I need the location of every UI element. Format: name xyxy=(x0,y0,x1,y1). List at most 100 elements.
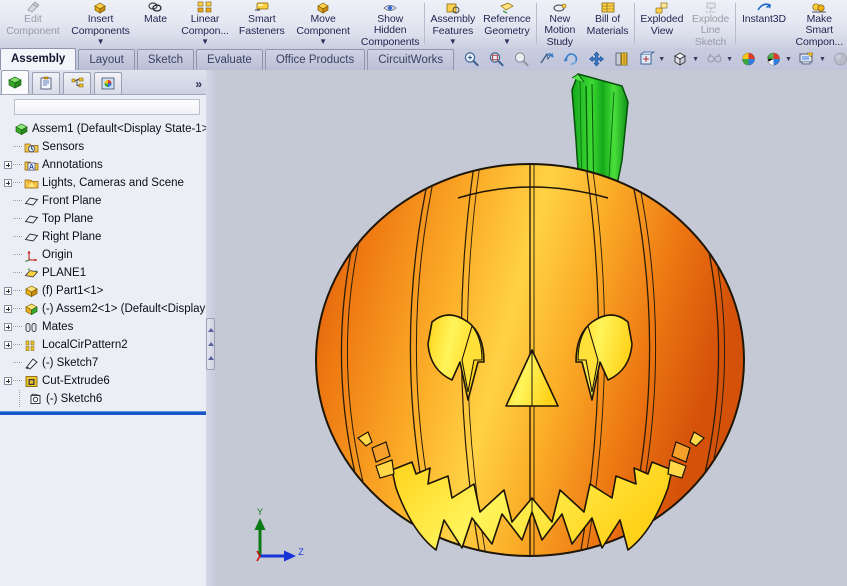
rotate-view-icon[interactable] xyxy=(560,49,582,69)
configuration-manager-tab[interactable] xyxy=(63,72,91,94)
tab-office-products[interactable]: Office Products xyxy=(264,49,366,70)
previous-view-icon[interactable] xyxy=(535,49,557,69)
rollback-bar[interactable] xyxy=(0,411,206,415)
section-view-icon[interactable] xyxy=(610,49,632,69)
chevron-down-icon[interactable]: ▼ xyxy=(785,56,792,63)
tree-item-front-plane[interactable]: Front Plane xyxy=(0,192,206,210)
tree-item-assem2[interactable]: (-) Assem2<1> (Default<Display Sta xyxy=(0,300,206,318)
chevron-down-icon[interactable]: ▼ xyxy=(319,38,327,46)
chevron-down-icon[interactable]: ▼ xyxy=(819,56,826,63)
tree-toggle[interactable] xyxy=(2,120,13,138)
tree-toggle[interactable] xyxy=(2,246,13,264)
tree-toggle[interactable] xyxy=(2,174,13,192)
ribbon-button-mate[interactable]: Mate xyxy=(135,0,176,48)
ribbon-button-assembly-features[interactable]: Assembly Features ▼ xyxy=(426,0,479,48)
expand-plus-icon[interactable] xyxy=(3,377,12,385)
ribbon-button-show-hidden-components[interactable]: Show Hidden Components xyxy=(357,0,424,48)
chevron-down-icon[interactable]: ▼ xyxy=(201,38,209,46)
chevron-down-icon[interactable]: ▼ xyxy=(692,56,699,63)
tree-toggle[interactable] xyxy=(2,300,13,318)
tree-toggle[interactable] xyxy=(2,210,13,228)
tree-toggle[interactable] xyxy=(2,264,13,282)
tree-toggle[interactable] xyxy=(2,318,13,336)
ribbon-button-insert-components[interactable]: Insert Components ▼ xyxy=(66,0,135,48)
ribbon-button-edit-component[interactable]: Edit Component xyxy=(0,0,66,48)
expand-plus-icon[interactable] xyxy=(3,305,12,313)
apply-scene-icon[interactable] xyxy=(762,49,784,69)
ribbon-button-reference-geometry[interactable]: Reference Geometry ▼ xyxy=(479,0,535,48)
ribbon-button-bill-of-materials[interactable]: Bill of Materials xyxy=(582,0,633,48)
tree-toggle[interactable] xyxy=(2,156,13,174)
view-orientation-icon[interactable] xyxy=(635,49,657,69)
tree-item-label: Cut-Extrude6 xyxy=(42,375,110,387)
photoview-render-icon[interactable] xyxy=(830,49,847,69)
pan-icon[interactable] xyxy=(585,49,607,69)
expand-plus-icon[interactable] xyxy=(3,341,12,349)
chevron-down-icon[interactable]: ▼ xyxy=(726,56,733,63)
manager-tabs-overflow-icon[interactable]: » xyxy=(195,77,202,91)
ribbon-button-make-smart-component[interactable]: Make Smart Compon... xyxy=(791,0,847,48)
ribbon-button-exploded-view[interactable]: Exploded View xyxy=(636,0,687,48)
tree-item-label: Annotations xyxy=(42,159,103,171)
chevron-down-icon[interactable]: ▼ xyxy=(97,38,105,46)
manager-tab-bar: » xyxy=(0,70,206,95)
panel-splitter-handle[interactable] xyxy=(206,318,215,370)
tree-toggle[interactable] xyxy=(2,354,13,372)
tree-item-assem1[interactable]: Assem1 (Default<Display State-1>) xyxy=(0,120,206,138)
zoom-to-area-icon[interactable] xyxy=(485,49,507,69)
tree-item-cut-extrude6[interactable]: Cut-Extrude6 xyxy=(0,372,206,390)
tree-item-sketch6[interactable]: (-) Sketch6 xyxy=(0,390,206,408)
tree-connector xyxy=(13,174,23,192)
tree-item-sensors[interactable]: Sensors xyxy=(0,138,206,156)
tree-item-lights-cameras-scene[interactable]: Lights, Cameras and Scene xyxy=(0,174,206,192)
chevron-down-icon[interactable]: ▼ xyxy=(503,38,511,46)
tree-item-mates[interactable]: Mates xyxy=(0,318,206,336)
ribbon-button-explode-line-sketch[interactable]: Explode Line Sketch xyxy=(688,0,734,48)
expand-plus-icon[interactable] xyxy=(3,179,12,187)
tab-sketch[interactable]: Sketch xyxy=(136,49,195,70)
graphics-viewport[interactable]: Y Z xyxy=(216,70,847,586)
tree-toggle[interactable] xyxy=(2,336,13,354)
feature-manager-tab[interactable] xyxy=(1,70,29,94)
ribbon-button-smart-fasteners[interactable]: Smart Fasteners xyxy=(234,0,289,48)
edit-appearance-icon[interactable] xyxy=(737,49,759,69)
tab-evaluate[interactable]: Evaluate xyxy=(196,49,263,70)
ribbon-button-instant3d[interactable]: Instant3D xyxy=(737,0,792,48)
zoom-to-fit-icon[interactable] xyxy=(460,49,482,69)
ribbon-label: Insert xyxy=(87,13,114,25)
tab-layout[interactable]: Layout xyxy=(78,49,135,70)
tree-item-top-plane[interactable]: Top Plane xyxy=(0,210,206,228)
tree-connector xyxy=(13,246,23,264)
view-settings-icon[interactable] xyxy=(796,49,818,69)
feature-tree-filter-input[interactable] xyxy=(14,99,200,115)
tree-item-origin[interactable]: Origin xyxy=(0,246,206,264)
tree-item-sketch7[interactable]: (-) Sketch7 xyxy=(0,354,206,372)
tree-toggle[interactable] xyxy=(2,372,13,390)
tree-toggle[interactable] xyxy=(2,390,13,408)
zoom-in-out-icon[interactable] xyxy=(510,49,532,69)
tree-toggle[interactable] xyxy=(2,282,13,300)
expand-plus-icon[interactable] xyxy=(3,323,12,331)
property-manager-tab[interactable] xyxy=(32,72,60,94)
tree-item-part1[interactable]: (f) Part1<1> xyxy=(0,282,206,300)
tree-toggle[interactable] xyxy=(2,228,13,246)
ribbon-button-linear-component-pattern[interactable]: Linear Compon... ▼ xyxy=(176,0,235,48)
chevron-down-icon[interactable]: ▼ xyxy=(449,38,457,46)
tree-toggle[interactable] xyxy=(2,192,13,210)
pumpkin-model[interactable] xyxy=(216,70,847,586)
expand-plus-icon[interactable] xyxy=(3,161,12,169)
display-manager-tab[interactable] xyxy=(94,72,122,94)
hide-show-items-icon[interactable] xyxy=(703,49,725,69)
tab-assembly[interactable]: Assembly xyxy=(0,48,77,70)
display-style-icon[interactable] xyxy=(669,49,691,69)
ribbon-button-new-motion-study[interactable]: New Motion Study xyxy=(538,0,582,48)
tab-circuitworks[interactable]: CircuitWorks xyxy=(367,49,455,70)
expand-plus-icon[interactable] xyxy=(3,287,12,295)
ribbon-button-move-component[interactable]: Move Component ▼ xyxy=(289,0,357,48)
tree-item-annotations[interactable]: A Annotations xyxy=(0,156,206,174)
tree-item-localcirpattern2[interactable]: LocalCirPattern2 xyxy=(0,336,206,354)
tree-toggle[interactable] xyxy=(2,138,13,156)
tree-item-plane1[interactable]: PLANE1 xyxy=(0,264,206,282)
tree-item-right-plane[interactable]: Right Plane xyxy=(0,228,206,246)
chevron-down-icon[interactable]: ▼ xyxy=(658,56,665,63)
